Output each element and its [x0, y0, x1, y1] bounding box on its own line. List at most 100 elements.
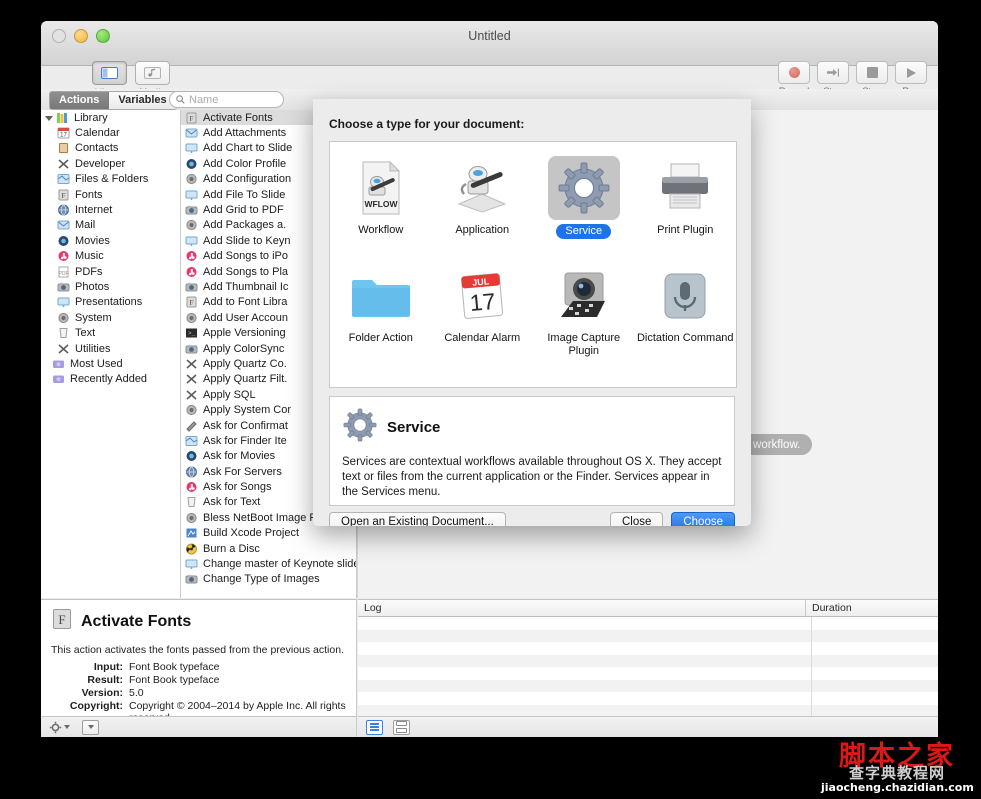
open-existing-document-button[interactable]: Open an Existing Document...	[329, 512, 506, 526]
svg-text:17: 17	[469, 288, 497, 316]
chevron-down-icon[interactable]	[64, 725, 70, 729]
type-detail-header: Service	[342, 407, 722, 448]
action-item[interactable]: Burn a Disc	[181, 541, 356, 556]
system-icon	[185, 512, 198, 524]
action-info-description: This action activates the fonts passed f…	[51, 644, 344, 656]
window-title: Untitled	[468, 29, 511, 43]
action-item[interactable]: Change Type of Images	[181, 572, 356, 587]
type-application-label: Application	[455, 224, 510, 236]
internet-icon	[185, 466, 198, 478]
type-workflow-label: Workflow	[358, 224, 404, 236]
info-field-value: Font Book typeface	[129, 661, 220, 673]
type-image-capture-plugin[interactable]: Image Capture Plugin	[533, 250, 635, 358]
log-panel: Log Duration	[358, 599, 938, 737]
action-item-label: Add to Font Libra	[203, 296, 288, 309]
log-row[interactable]	[358, 679, 938, 693]
action-item-label: Activate Fonts	[203, 111, 273, 124]
split-view-icon[interactable]	[393, 719, 410, 735]
type-calendar-alarm[interactable]: JUL 17 Calendar Alarm	[432, 250, 534, 358]
svg-text:PDF: PDF	[59, 271, 69, 277]
library-bottom-bar	[41, 716, 357, 737]
svg-text:F: F	[58, 612, 65, 627]
service-gear-icon	[547, 156, 620, 220]
log-column-log[interactable]: Log	[358, 600, 806, 616]
log-cell-duration	[812, 617, 938, 630]
type-application[interactable]: Application	[432, 142, 534, 250]
tab-variables[interactable]: Variables	[109, 92, 176, 109]
svg-text:F: F	[61, 191, 65, 200]
folder-icon	[345, 264, 417, 328]
list-view-icon[interactable]	[366, 719, 383, 735]
library-item-fonts[interactable]: F Fonts	[41, 187, 180, 202]
document-type-grid: WFLOW Workflow Application Service Print…	[329, 141, 737, 388]
library-smart-recently-added[interactable]: Recently Added	[41, 372, 180, 387]
calendar-icon: 17	[57, 127, 70, 139]
type-workflow[interactable]: WFLOW Workflow	[330, 142, 432, 250]
gear-menu-button[interactable]	[49, 721, 70, 734]
library-item-contacts[interactable]: Contacts	[41, 141, 180, 156]
log-row[interactable]	[358, 667, 938, 680]
music-icon	[185, 266, 198, 278]
library-item-presentations[interactable]: Presentations	[41, 295, 180, 310]
type-detail-body: Services are contextual workflows availa…	[342, 456, 722, 498]
library-smart-most-used[interactable]: Most Used	[41, 356, 180, 371]
library-item-utilities[interactable]: Utilities	[41, 341, 180, 356]
calendar-alarm-icon: JUL 17	[446, 264, 518, 328]
library-color-icon	[56, 112, 69, 124]
log-cell-duration	[812, 655, 938, 668]
log-row[interactable]	[358, 642, 938, 655]
developer-icon	[57, 158, 70, 170]
chevron-down-icon[interactable]	[45, 116, 53, 122]
log-row[interactable]	[358, 617, 938, 630]
contacts-icon	[57, 142, 70, 154]
stop-icon	[856, 61, 888, 84]
library-item-files-folders[interactable]: Files & Folders	[41, 172, 180, 187]
library-root-row[interactable]: Library	[41, 110, 180, 125]
library-item-mail[interactable]: Mail	[41, 218, 180, 233]
choose-button[interactable]: Choose	[671, 512, 735, 526]
library-item-developer[interactable]: Developer	[41, 156, 180, 171]
log-row[interactable]	[358, 629, 938, 642]
log-header: Log Duration	[358, 600, 938, 617]
disclosure-button[interactable]	[82, 719, 99, 735]
action-item-label: Add Thumbnail Ic	[203, 280, 289, 293]
log-cell-log	[358, 642, 812, 655]
search-input[interactable]: Name	[169, 91, 284, 108]
action-item[interactable]: Build Xcode Project	[181, 526, 356, 541]
svg-text:F: F	[189, 298, 193, 307]
watermark: 脚本之家 查字典教程网 jiaocheng.chazidian.com	[821, 743, 974, 795]
chevron-down-icon	[87, 725, 94, 729]
library-item-photos[interactable]: Photos	[41, 279, 180, 294]
log-cell-duration	[812, 680, 938, 693]
type-dictation-command[interactable]: Dictation Command	[635, 250, 737, 358]
library-item-system[interactable]: System	[41, 310, 180, 325]
info-field: Input: Font Book typeface	[51, 661, 346, 673]
library-item-label: Music	[75, 250, 104, 263]
library-item-calendar[interactable]: 17 Calendar	[41, 125, 180, 140]
log-row[interactable]	[358, 692, 938, 705]
actions-variables-segmented-control[interactable]: Actions Variables	[49, 91, 177, 110]
library-source-list[interactable]: Library 17 Calendar Contacts Developer Files…	[41, 110, 181, 598]
log-cell-duration	[812, 642, 938, 655]
log-cell-log	[358, 654, 812, 667]
type-detail-panel: Service Services are contextual workflow…	[329, 396, 735, 506]
library-item-internet[interactable]: Internet	[41, 202, 180, 217]
library-item-text[interactable]: Text	[41, 325, 180, 340]
log-rows[interactable]	[358, 617, 938, 717]
action-item-label: Add Attachments	[203, 127, 287, 140]
library-item-music[interactable]: Music	[41, 249, 180, 264]
library-item-pdfs[interactable]: PDF PDFs	[41, 264, 180, 279]
close-button[interactable]: Close	[609, 512, 664, 526]
action-info-fields: Input: Font Book typeface Result: Font Book…	[51, 661, 346, 724]
library-item-movies[interactable]: Movies	[41, 233, 180, 248]
log-row[interactable]	[358, 654, 938, 668]
log-footer	[358, 716, 938, 737]
type-service[interactable]: Service	[533, 142, 635, 250]
type-folder-action[interactable]: Folder Action	[330, 250, 432, 358]
log-column-duration[interactable]: Duration	[806, 600, 938, 616]
tab-actions[interactable]: Actions	[50, 92, 110, 109]
type-print-plugin[interactable]: Print Plugin	[635, 142, 737, 250]
movies-icon	[185, 450, 198, 462]
presentations-icon	[185, 189, 198, 201]
action-item[interactable]: Change master of Keynote slide	[181, 556, 356, 571]
